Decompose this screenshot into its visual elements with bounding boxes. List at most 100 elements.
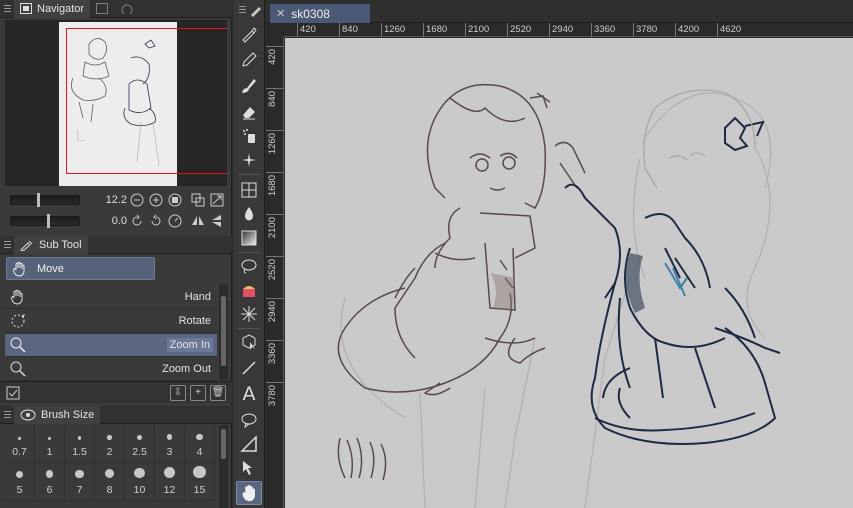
ruler-label: 2940: [267, 301, 278, 323]
brush-size-preset[interactable]: 4: [185, 425, 215, 463]
brush-size-value: 15: [193, 484, 206, 496]
zoom-in-icon[interactable]: [148, 192, 164, 208]
move-hand-tool-icon[interactable]: [236, 481, 262, 505]
brush-size-preset[interactable]: 7: [65, 463, 95, 501]
close-icon[interactable]: ✕: [276, 7, 285, 20]
ruler-label: 1680: [267, 175, 278, 197]
brush-size-preset[interactable]: 0.7: [5, 425, 35, 463]
subtool-item-zoom-out[interactable]: Zoom Out: [5, 358, 217, 381]
brush-size-preset[interactable]: 1.5: [65, 425, 95, 463]
subtool-item-rotate[interactable]: Rotate: [5, 310, 217, 333]
fill-tool-icon[interactable]: [236, 278, 262, 302]
pen-shortcut-icon[interactable]: [247, 0, 265, 20]
ruler-label: 840: [342, 24, 358, 35]
operation-tool-icon[interactable]: [236, 456, 262, 480]
brush-size-value: 2.5: [132, 446, 147, 458]
delete-subtool-icon[interactable]: 🗑: [210, 384, 226, 401]
zoom-value[interactable]: 12.2: [97, 194, 127, 206]
ruler-tick: [266, 298, 284, 299]
blend-tool-icon[interactable]: [236, 202, 262, 226]
auto-select-tool-icon[interactable]: [236, 302, 262, 326]
subtool-settings-icon[interactable]: [6, 386, 20, 400]
ruler-tool-icon[interactable]: [236, 432, 262, 456]
navigator-preview[interactable]: [5, 20, 227, 186]
brush-size-preset[interactable]: 1: [35, 425, 65, 463]
brush-size-dot: [15, 470, 24, 478]
fit-to-window-icon[interactable]: [190, 192, 206, 208]
pen-tool-icon[interactable]: [236, 22, 262, 46]
lasso-fill-tool-icon[interactable]: [236, 254, 262, 278]
subtool-item-zoom-in[interactable]: Zoom In: [5, 334, 217, 357]
decoration-tool-icon[interactable]: [236, 148, 262, 172]
brush-size-dot: [166, 434, 173, 440]
subtool-item-hand[interactable]: Hand: [5, 286, 217, 309]
ruler-tick: [591, 23, 592, 37]
text-tool-icon[interactable]: A: [236, 382, 262, 406]
object-tool-icon[interactable]: [236, 330, 262, 354]
tab-subtool-label: Sub Tool: [39, 238, 82, 251]
tab-brush-size[interactable]: Brush Size: [14, 405, 101, 424]
gradient-tool-icon[interactable]: [236, 226, 262, 250]
reset-rotation-icon[interactable]: [167, 213, 183, 229]
ruler-label: 2520: [267, 259, 278, 281]
ruler-label: 2100: [468, 24, 490, 35]
brush-size-preset[interactable]: 2.5: [125, 425, 155, 463]
pencil-tool-icon[interactable]: [236, 48, 262, 72]
ruler-label: 3780: [267, 385, 278, 407]
navigator-view-frame[interactable]: [66, 28, 227, 174]
zoom-100-icon[interactable]: [167, 192, 183, 208]
ruler-tick: [266, 130, 284, 131]
zoom-out-icon[interactable]: [129, 192, 145, 208]
brush-size-preset[interactable]: 10: [125, 463, 155, 501]
panel-menu-icon[interactable]: [0, 406, 14, 424]
sketch-shading: [490, 273, 515, 310]
drawing-canvas[interactable]: [285, 38, 853, 508]
layer-property-icon: [121, 4, 133, 14]
tab-sub-view[interactable]: [90, 0, 114, 18]
panel-menu-icon[interactable]: [237, 2, 247, 16]
ruler-label: 2100: [267, 217, 278, 239]
brush-size-preset[interactable]: 6: [35, 463, 65, 501]
tab-navigator[interactable]: Navigator: [14, 0, 91, 18]
ruler-tick: [266, 46, 284, 47]
zoom-slider[interactable]: [10, 193, 80, 207]
subtool-item-label: Zoom In: [166, 338, 213, 352]
subtool-scrollbar[interactable]: [219, 284, 228, 380]
brush-size-scrollbar[interactable]: [219, 425, 228, 508]
subtool-footer: ⇩ + 🗑: [0, 381, 232, 403]
airbrush-tool-icon[interactable]: [236, 124, 262, 148]
brush-size-preset[interactable]: 3: [155, 425, 185, 463]
rotate-slider[interactable]: [10, 214, 80, 228]
tab-subtool[interactable]: Sub Tool: [14, 235, 88, 254]
eraser-tool-icon[interactable]: [236, 100, 262, 124]
rotate-right-icon[interactable]: [148, 213, 164, 229]
subtool-item-label: Zoom Out: [162, 363, 211, 375]
brush-size-preset[interactable]: 5: [5, 463, 35, 501]
brush-size-header: Brush Size: [0, 405, 232, 424]
flip-vertical-icon[interactable]: [209, 213, 225, 229]
brush-size-preset[interactable]: 8: [95, 463, 125, 501]
figure-tool-icon[interactable]: [236, 356, 262, 380]
rotate-value[interactable]: 0.0: [97, 215, 127, 227]
copy-subtool-icon[interactable]: ⇩: [170, 384, 186, 401]
ruler-tick: [465, 23, 466, 37]
new-subtool-icon[interactable]: +: [190, 384, 206, 401]
brush-size-preset[interactable]: 12: [155, 463, 185, 501]
tab-layer-property[interactable]: [114, 0, 140, 18]
subtool-group-move[interactable]: Move: [6, 257, 155, 280]
brush-size-preset[interactable]: 15: [185, 463, 215, 501]
fit-to-navigator-icon[interactable]: [209, 192, 225, 208]
flip-horizontal-icon[interactable]: [190, 213, 206, 229]
brush-tool-icon[interactable]: [236, 74, 262, 98]
balloon-tool-icon[interactable]: [236, 408, 262, 432]
rotate-left-icon[interactable]: [129, 213, 145, 229]
brush-size-dot: [77, 436, 82, 440]
document-tab[interactable]: ✕ sk0308: [270, 4, 370, 23]
navigator-controls: 12.2 0.0: [5, 189, 227, 231]
frame-border-tool-icon[interactable]: [236, 178, 262, 202]
ruler-label: 1260: [384, 24, 406, 35]
brush-size-preset[interactable]: 2: [95, 425, 125, 463]
panel-menu-icon[interactable]: [0, 236, 14, 254]
panel-menu-icon[interactable]: [0, 0, 14, 18]
rotate-icon: [11, 314, 25, 328]
